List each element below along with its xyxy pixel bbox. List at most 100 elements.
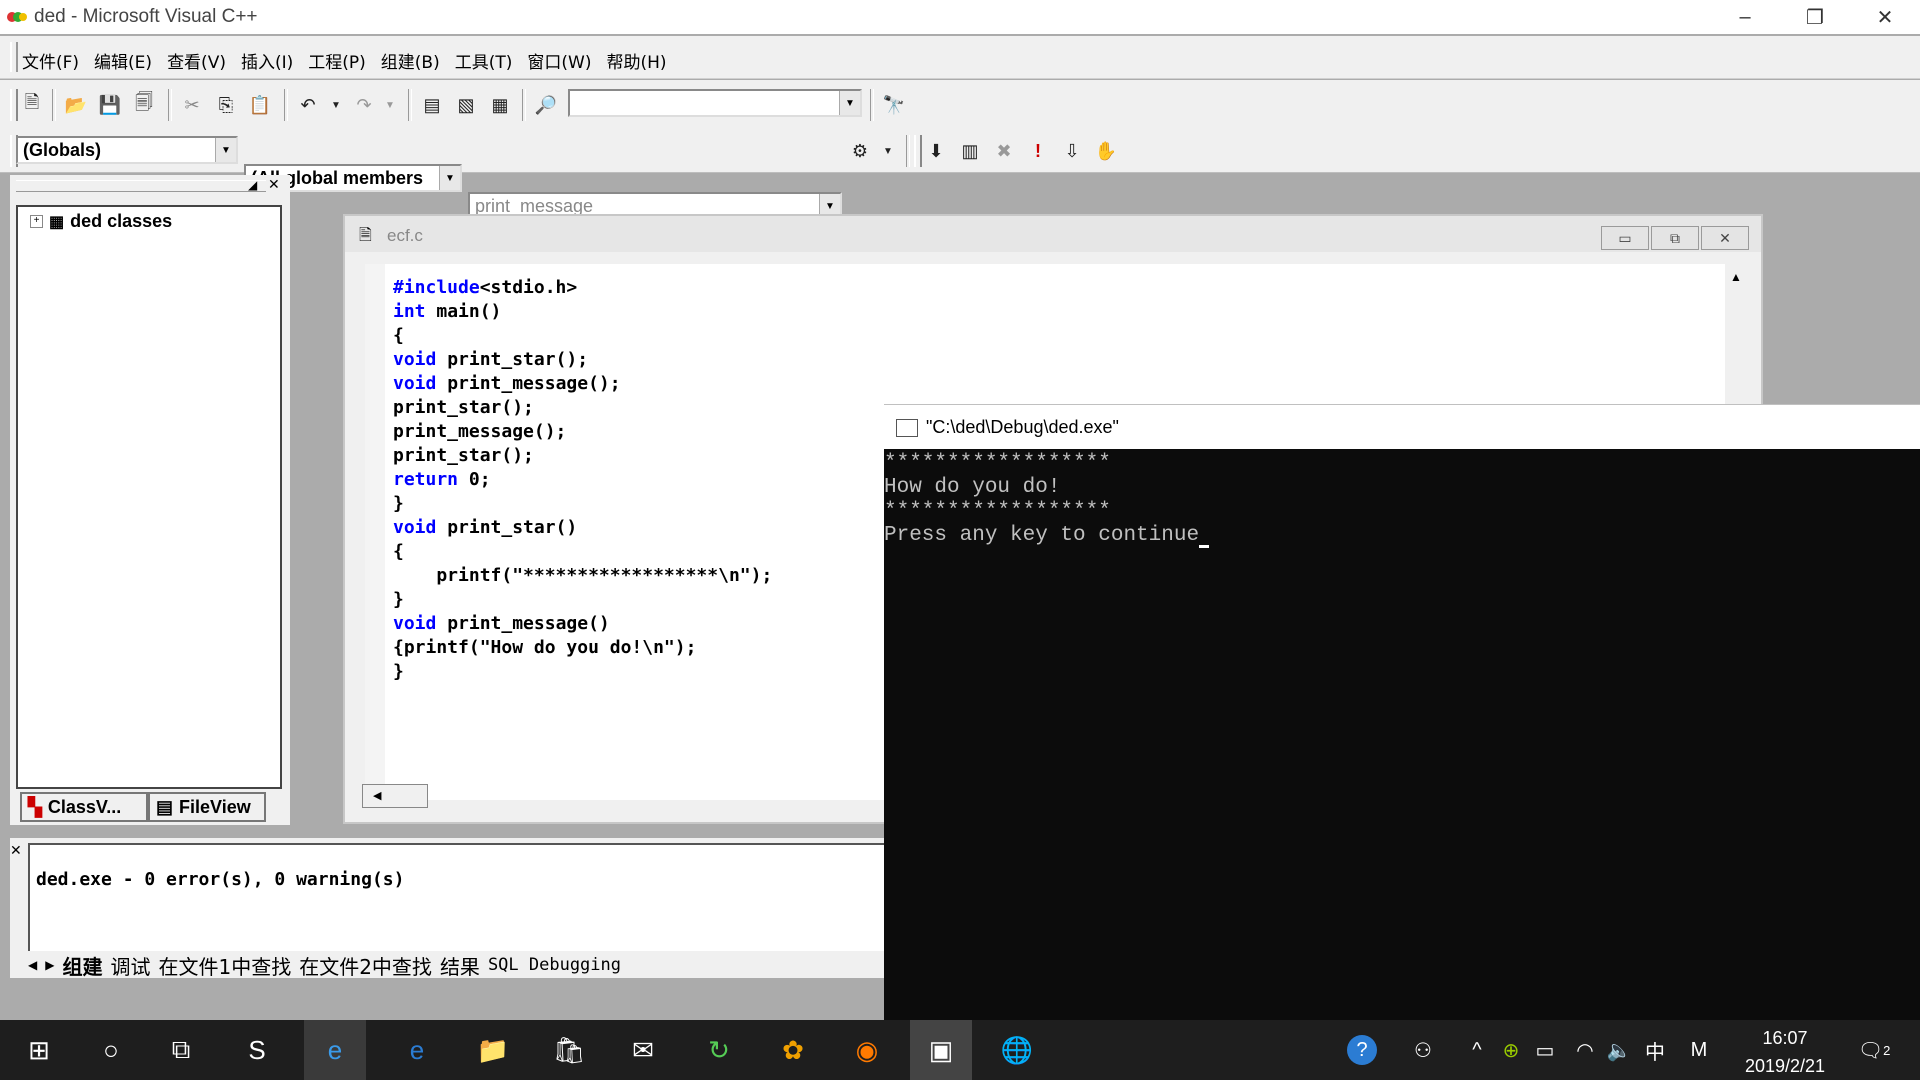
- wifi-icon[interactable]: ◠: [1570, 1020, 1600, 1080]
- horizontal-scrollbar[interactable]: ◀: [362, 784, 428, 808]
- store-icon[interactable]: 🛍: [538, 1020, 600, 1080]
- clock-date: 2019/2/21: [1744, 1056, 1826, 1076]
- execute-icon[interactable]: !: [1024, 137, 1052, 165]
- help-icon[interactable]: ?: [1340, 1020, 1384, 1080]
- tab-find1[interactable]: 在文件1中查找: [158, 951, 291, 980]
- pane-close-icon[interactable]: ✕: [268, 176, 280, 193]
- notification-count: 2: [1883, 1042, 1891, 1058]
- minimize-button[interactable]: –: [1710, 0, 1780, 34]
- expand-icon[interactable]: +: [30, 215, 43, 228]
- menu-window[interactable]: 窗口(W): [527, 48, 591, 73]
- chevron-down-icon[interactable]: ▼: [439, 166, 460, 190]
- console-taskbar-icon[interactable]: ▣: [910, 1020, 972, 1080]
- output-text-area[interactable]: ded.exe - 0 error(s), 0 warning(s): [28, 843, 886, 951]
- class-tree: + ▦ ded classes: [16, 205, 282, 789]
- tab-fileview[interactable]: ▤ FileView: [148, 792, 266, 822]
- mail-icon[interactable]: ✉: [612, 1020, 674, 1080]
- cut-icon[interactable]: ✂: [178, 91, 206, 119]
- tab-debug[interactable]: 调试: [110, 951, 150, 980]
- mdi-restore-button[interactable]: ⧉: [1651, 226, 1699, 250]
- save-all-icon[interactable]: 🗐: [130, 91, 158, 119]
- breakpoint-hand-icon[interactable]: ✋: [1092, 137, 1120, 165]
- go-icon[interactable]: ⇩: [1058, 137, 1086, 165]
- tree-node-root[interactable]: + ▦ ded classes: [30, 211, 172, 232]
- save-icon[interactable]: 💾: [96, 91, 124, 119]
- build-icon[interactable]: ▥: [956, 137, 984, 165]
- console-line: How do you do!: [884, 476, 1061, 499]
- start-windows-icon[interactable]: ⊞: [8, 1020, 70, 1080]
- paste-icon[interactable]: 📋: [246, 91, 274, 119]
- tab-sql-debugging[interactable]: SQL Debugging: [488, 955, 621, 975]
- scroll-up-icon[interactable]: ▲: [1730, 270, 1742, 284]
- class-combo[interactable]: (Globals) ▼: [16, 136, 238, 164]
- ie-browser-icon[interactable]: e: [304, 1020, 366, 1080]
- code-text: printf("******************\n");: [393, 565, 773, 586]
- find-in-files-icon[interactable]: 🔎: [532, 91, 560, 119]
- people-icon[interactable]: ⚇: [1406, 1020, 1440, 1080]
- volume-icon[interactable]: 🔈: [1604, 1020, 1634, 1080]
- pane-maximize-icon[interactable]: ◢: [248, 178, 257, 192]
- file-explorer-icon[interactable]: 📁: [462, 1020, 524, 1080]
- tray-chevron-icon[interactable]: ^: [1462, 1020, 1492, 1080]
- code-text: }: [393, 661, 404, 682]
- undo-icon[interactable]: ↶: [294, 91, 322, 119]
- menu-view[interactable]: 查看(V): [167, 48, 226, 73]
- output-close-icon[interactable]: ✕: [10, 842, 22, 859]
- refresh-app-icon[interactable]: ↻: [688, 1020, 750, 1080]
- task-view-icon[interactable]: ⧉: [150, 1020, 212, 1080]
- restore-button[interactable]: ❐: [1780, 0, 1850, 34]
- edge-browser-icon[interactable]: e: [386, 1020, 448, 1080]
- globe-app-icon[interactable]: 🌐: [986, 1020, 1048, 1080]
- code-line: #include<stdio.h>: [393, 276, 772, 300]
- clock[interactable]: 16:07 2019/2/21: [1730, 1024, 1840, 1080]
- app-s-icon[interactable]: S: [226, 1020, 288, 1080]
- classes-folder-icon: ▦: [49, 213, 65, 231]
- menu-edit[interactable]: 编辑(E): [94, 48, 152, 73]
- wizard-dropdown-icon[interactable]: ▼: [874, 137, 902, 165]
- window-list-icon[interactable]: ▦: [486, 91, 514, 119]
- chevron-down-icon[interactable]: ▼: [215, 138, 236, 162]
- menu-project[interactable]: 工程(P): [308, 48, 366, 73]
- close-button[interactable]: ✕: [1850, 0, 1920, 34]
- menu-help[interactable]: 帮助(H): [606, 48, 666, 73]
- code-line: print_star();: [393, 444, 772, 468]
- visual-cpp-icon: [7, 12, 27, 22]
- find-icon[interactable]: 🔭: [880, 91, 908, 119]
- new-text-file-icon[interactable]: 🗎: [18, 91, 46, 119]
- tab-classview[interactable]: ▚ ClassV...: [20, 792, 148, 822]
- menu-tools[interactable]: 工具(T): [455, 48, 513, 73]
- output-icon[interactable]: ▧: [452, 91, 480, 119]
- battery-icon[interactable]: ▭: [1530, 1020, 1560, 1080]
- input-method-icon[interactable]: M: [1684, 1020, 1714, 1080]
- redo-icon[interactable]: ↷: [350, 91, 378, 119]
- firefox-icon[interactable]: ◉: [836, 1020, 898, 1080]
- tab-scroll-left-icon[interactable]: ◀: [28, 958, 37, 972]
- tab-find2[interactable]: 在文件2中查找: [299, 951, 432, 980]
- tab-scroll-right-icon[interactable]: ▶: [45, 958, 54, 972]
- copy-icon[interactable]: ⎘: [212, 91, 240, 119]
- tray-plus-icon[interactable]: ⊕: [1496, 1020, 1526, 1080]
- tab-build[interactable]: 组建: [62, 951, 102, 980]
- mdi-close-button[interactable]: ✕: [1701, 226, 1749, 250]
- notification-icon[interactable]: 🗨 2: [1854, 1020, 1894, 1080]
- compile-icon[interactable]: ⬇: [922, 137, 950, 165]
- ime-indicator[interactable]: 中: [1640, 1020, 1670, 1080]
- workspace-icon[interactable]: ▤: [418, 91, 446, 119]
- menu-insert[interactable]: 插入(I): [241, 48, 293, 73]
- chevron-down-icon[interactable]: ▼: [839, 91, 860, 115]
- menu-build[interactable]: 组建(B): [381, 48, 440, 73]
- find-combo[interactable]: ▼: [568, 89, 862, 117]
- visual-cpp-taskbar-icon[interactable]: ✿: [762, 1020, 824, 1080]
- undo-dropdown-icon[interactable]: ▼: [322, 91, 350, 119]
- stop-build-icon[interactable]: ✖: [990, 137, 1018, 165]
- scroll-left-icon[interactable]: ◀: [373, 789, 381, 802]
- search-circle-icon[interactable]: ○: [80, 1020, 142, 1080]
- menu-file[interactable]: 文件(F): [22, 48, 79, 73]
- tab-results[interactable]: 结果: [440, 951, 480, 980]
- code-keyword: return: [393, 469, 459, 490]
- mdi-minimize-button[interactable]: ▭: [1601, 226, 1649, 250]
- wizard-action-icon[interactable]: ⚙: [846, 137, 874, 165]
- open-icon[interactable]: 📂: [62, 91, 90, 119]
- editor-title-bar: 🗎 ecf.c ▭ ⧉ ✕: [345, 216, 1761, 252]
- redo-dropdown-icon[interactable]: ▼: [376, 91, 404, 119]
